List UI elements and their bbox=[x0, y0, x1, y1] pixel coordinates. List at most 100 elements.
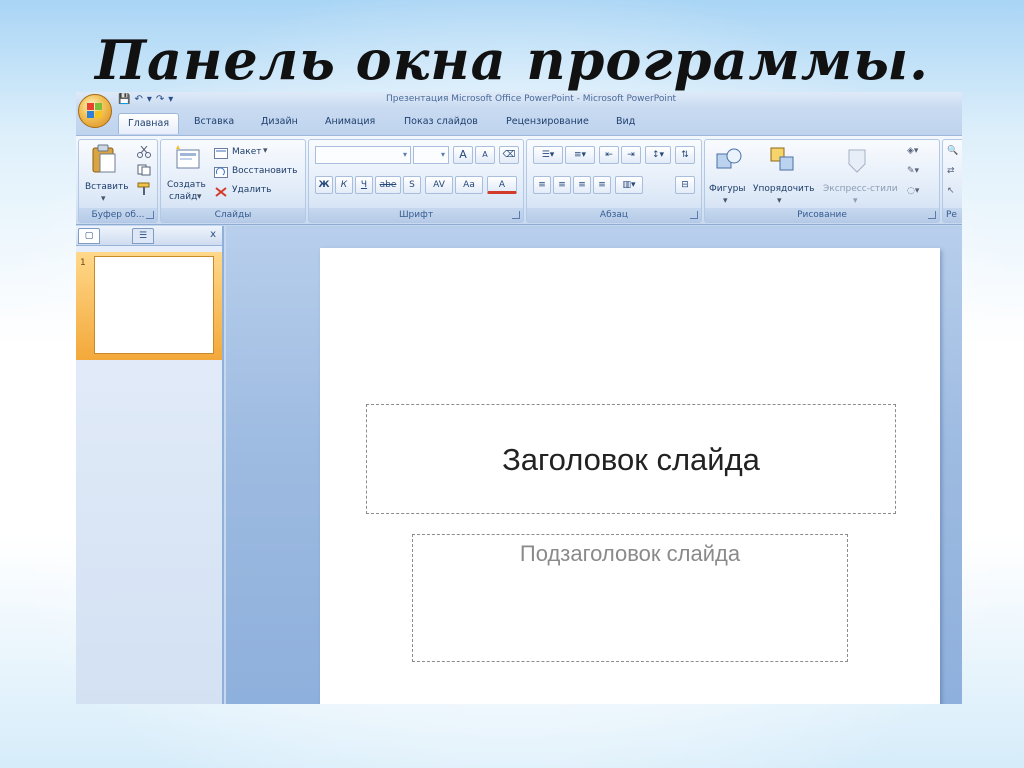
char-spacing-button[interactable]: AV bbox=[425, 176, 453, 194]
tab-design[interactable]: Дизайн bbox=[261, 116, 298, 127]
group-slides: Создать слайд ▾ Макет ▾ Восстановить Уда… bbox=[160, 139, 306, 223]
reset-button[interactable]: Восстановить bbox=[232, 166, 297, 176]
slide-number: 1 bbox=[80, 258, 86, 268]
new-slide-icon[interactable] bbox=[173, 144, 201, 172]
redo-icon[interactable]: ↷ bbox=[156, 93, 164, 107]
tab-view[interactable]: Вид bbox=[616, 116, 635, 127]
strikethrough-button[interactable]: abe bbox=[375, 176, 401, 194]
delete-button[interactable]: Удалить bbox=[232, 185, 271, 195]
qat-customize-icon[interactable]: ▾ bbox=[168, 93, 173, 107]
page-heading: Панель окна программы. bbox=[95, 28, 929, 92]
increase-indent-icon[interactable]: ⇥ bbox=[621, 146, 641, 164]
slide-canvas[interactable]: Заголовок слайда Подзаголовок слайда bbox=[320, 248, 940, 704]
columns-icon[interactable]: ▥▾ bbox=[615, 176, 643, 194]
shape-effects-icon[interactable]: ◌▾ bbox=[907, 186, 919, 196]
ribbon-tabs: Главная Вставка Дизайн Анимация Показ сл… bbox=[76, 108, 962, 135]
decrease-indent-icon[interactable]: ⇤ bbox=[599, 146, 619, 164]
tab-review[interactable]: Рецензирование bbox=[506, 116, 589, 127]
replace-icon[interactable]: ⇄ bbox=[947, 166, 955, 176]
arrange-dropdown-icon[interactable]: ▾ bbox=[777, 196, 782, 206]
tab-slides-thumbnails-icon[interactable]: ▢ bbox=[78, 228, 100, 244]
undo-dropdown-icon[interactable]: ▾ bbox=[147, 93, 152, 107]
group-font-label: Шрифт bbox=[309, 208, 523, 222]
shadow-icon[interactable]: S bbox=[403, 176, 421, 194]
quick-access-toolbar: 💾 ↶ ▾ ↷ ▾ bbox=[118, 93, 173, 107]
tab-outline-icon[interactable]: ☰ bbox=[132, 228, 154, 244]
title-placeholder[interactable]: Заголовок слайда bbox=[366, 404, 896, 514]
align-center-icon[interactable]: ≡ bbox=[553, 176, 571, 194]
arrange-icon[interactable] bbox=[769, 146, 797, 174]
quick-styles-icon[interactable] bbox=[843, 146, 871, 174]
undo-icon[interactable]: ↶ bbox=[134, 93, 142, 107]
tab-animation[interactable]: Анимация bbox=[325, 116, 375, 127]
cut-icon[interactable] bbox=[137, 146, 151, 158]
shapes-icon[interactable] bbox=[715, 146, 743, 174]
format-painter-icon[interactable] bbox=[137, 182, 151, 196]
italic-button[interactable]: К bbox=[335, 176, 353, 194]
new-slide-button[interactable]: Создать bbox=[167, 180, 206, 190]
clear-formatting-icon[interactable]: ⌫ bbox=[499, 146, 519, 164]
shape-fill-icon[interactable]: ◈▾ bbox=[907, 146, 918, 156]
layout-dropdown-icon[interactable]: ▾ bbox=[263, 146, 268, 156]
tab-home[interactable]: Главная bbox=[118, 113, 180, 134]
slides-pane-tabs: ▢ ☰ x bbox=[76, 226, 222, 246]
office-logo-icon bbox=[87, 103, 104, 120]
ribbon: Вставить ▾ Буфер об... Создать слайд ▾ М… bbox=[76, 135, 962, 225]
shapes-button[interactable]: Фигуры bbox=[709, 184, 745, 194]
tab-slideshow[interactable]: Показ слайдов bbox=[404, 116, 478, 127]
bullets-icon[interactable]: ☰▾ bbox=[533, 146, 563, 164]
close-pane-icon[interactable]: x bbox=[210, 229, 216, 240]
select-icon[interactable]: ↖ bbox=[947, 186, 955, 196]
window-title: Презентация Microsoft Office PowerPoint … bbox=[386, 94, 677, 104]
new-slide-button-line2[interactable]: слайд bbox=[169, 192, 197, 202]
arrange-button[interactable]: Упорядочить bbox=[753, 184, 814, 194]
group-editing: 🔍 ⇄ ↖ Ре bbox=[942, 139, 962, 223]
office-button[interactable] bbox=[78, 94, 112, 128]
justify-icon[interactable]: ≡ bbox=[593, 176, 611, 194]
group-clipboard: Вставить ▾ Буфер об... bbox=[78, 139, 158, 223]
change-case-button[interactable]: Aa bbox=[455, 176, 483, 194]
font-family-select[interactable]: ▾ bbox=[315, 146, 411, 164]
new-slide-dropdown-icon[interactable]: ▾ bbox=[197, 192, 202, 202]
shrink-font-button[interactable]: A bbox=[475, 146, 495, 164]
grow-font-button[interactable]: A bbox=[453, 146, 473, 164]
align-left-icon[interactable]: ≡ bbox=[533, 176, 551, 194]
shapes-dropdown-icon[interactable]: ▾ bbox=[723, 196, 728, 206]
font-launcher-icon[interactable] bbox=[512, 211, 520, 219]
subtitle-placeholder[interactable]: Подзаголовок слайда bbox=[412, 534, 848, 662]
font-family-dropdown-icon[interactable]: ▾ bbox=[403, 150, 407, 159]
font-size-dropdown-icon[interactable]: ▾ bbox=[441, 150, 445, 159]
group-drawing-label: Рисование bbox=[705, 208, 939, 222]
align-right-icon[interactable]: ≡ bbox=[573, 176, 591, 194]
slide-thumbnail[interactable] bbox=[94, 256, 214, 354]
paste-button[interactable]: Вставить bbox=[85, 182, 129, 192]
underline-button[interactable]: Ч bbox=[355, 176, 373, 194]
numbering-icon[interactable]: ≡▾ bbox=[565, 146, 595, 164]
reset-icon bbox=[214, 167, 228, 178]
text-direction-icon[interactable]: ⇅ bbox=[675, 146, 695, 164]
delete-icon bbox=[215, 187, 227, 197]
font-color-button[interactable]: A bbox=[487, 176, 517, 194]
align-text-icon[interactable]: ⊟ bbox=[675, 176, 695, 194]
slide-thumbnail-selected[interactable]: 1 bbox=[76, 252, 222, 360]
slide-workspace: Заголовок слайда Подзаголовок слайда bbox=[226, 226, 962, 704]
paragraph-launcher-icon[interactable] bbox=[690, 211, 698, 219]
drawing-launcher-icon[interactable] bbox=[928, 211, 936, 219]
paste-icon[interactable] bbox=[91, 144, 117, 174]
group-paragraph-label: Абзац bbox=[527, 208, 701, 222]
quick-styles-button[interactable]: Экспресс-стили bbox=[823, 184, 898, 194]
shape-outline-icon[interactable]: ✎▾ bbox=[907, 166, 919, 176]
copy-icon[interactable] bbox=[137, 164, 151, 176]
layout-button[interactable]: Макет bbox=[232, 147, 262, 157]
clipboard-launcher-icon[interactable] bbox=[146, 211, 154, 219]
quick-styles-dropdown-icon[interactable]: ▾ bbox=[853, 196, 858, 206]
paste-dropdown-icon[interactable]: ▾ bbox=[101, 194, 106, 204]
group-slides-label: Слайды bbox=[161, 208, 305, 222]
bold-button[interactable]: Ж bbox=[315, 176, 333, 194]
save-icon[interactable]: 💾 bbox=[118, 93, 130, 107]
find-icon[interactable]: 🔍 bbox=[947, 146, 958, 156]
powerpoint-window: 💾 ↶ ▾ ↷ ▾ Презентация Microsoft Office P… bbox=[76, 92, 962, 704]
tab-insert[interactable]: Вставка bbox=[194, 116, 234, 127]
font-size-select[interactable]: ▾ bbox=[413, 146, 449, 164]
line-spacing-icon[interactable]: ↕▾ bbox=[645, 146, 671, 164]
